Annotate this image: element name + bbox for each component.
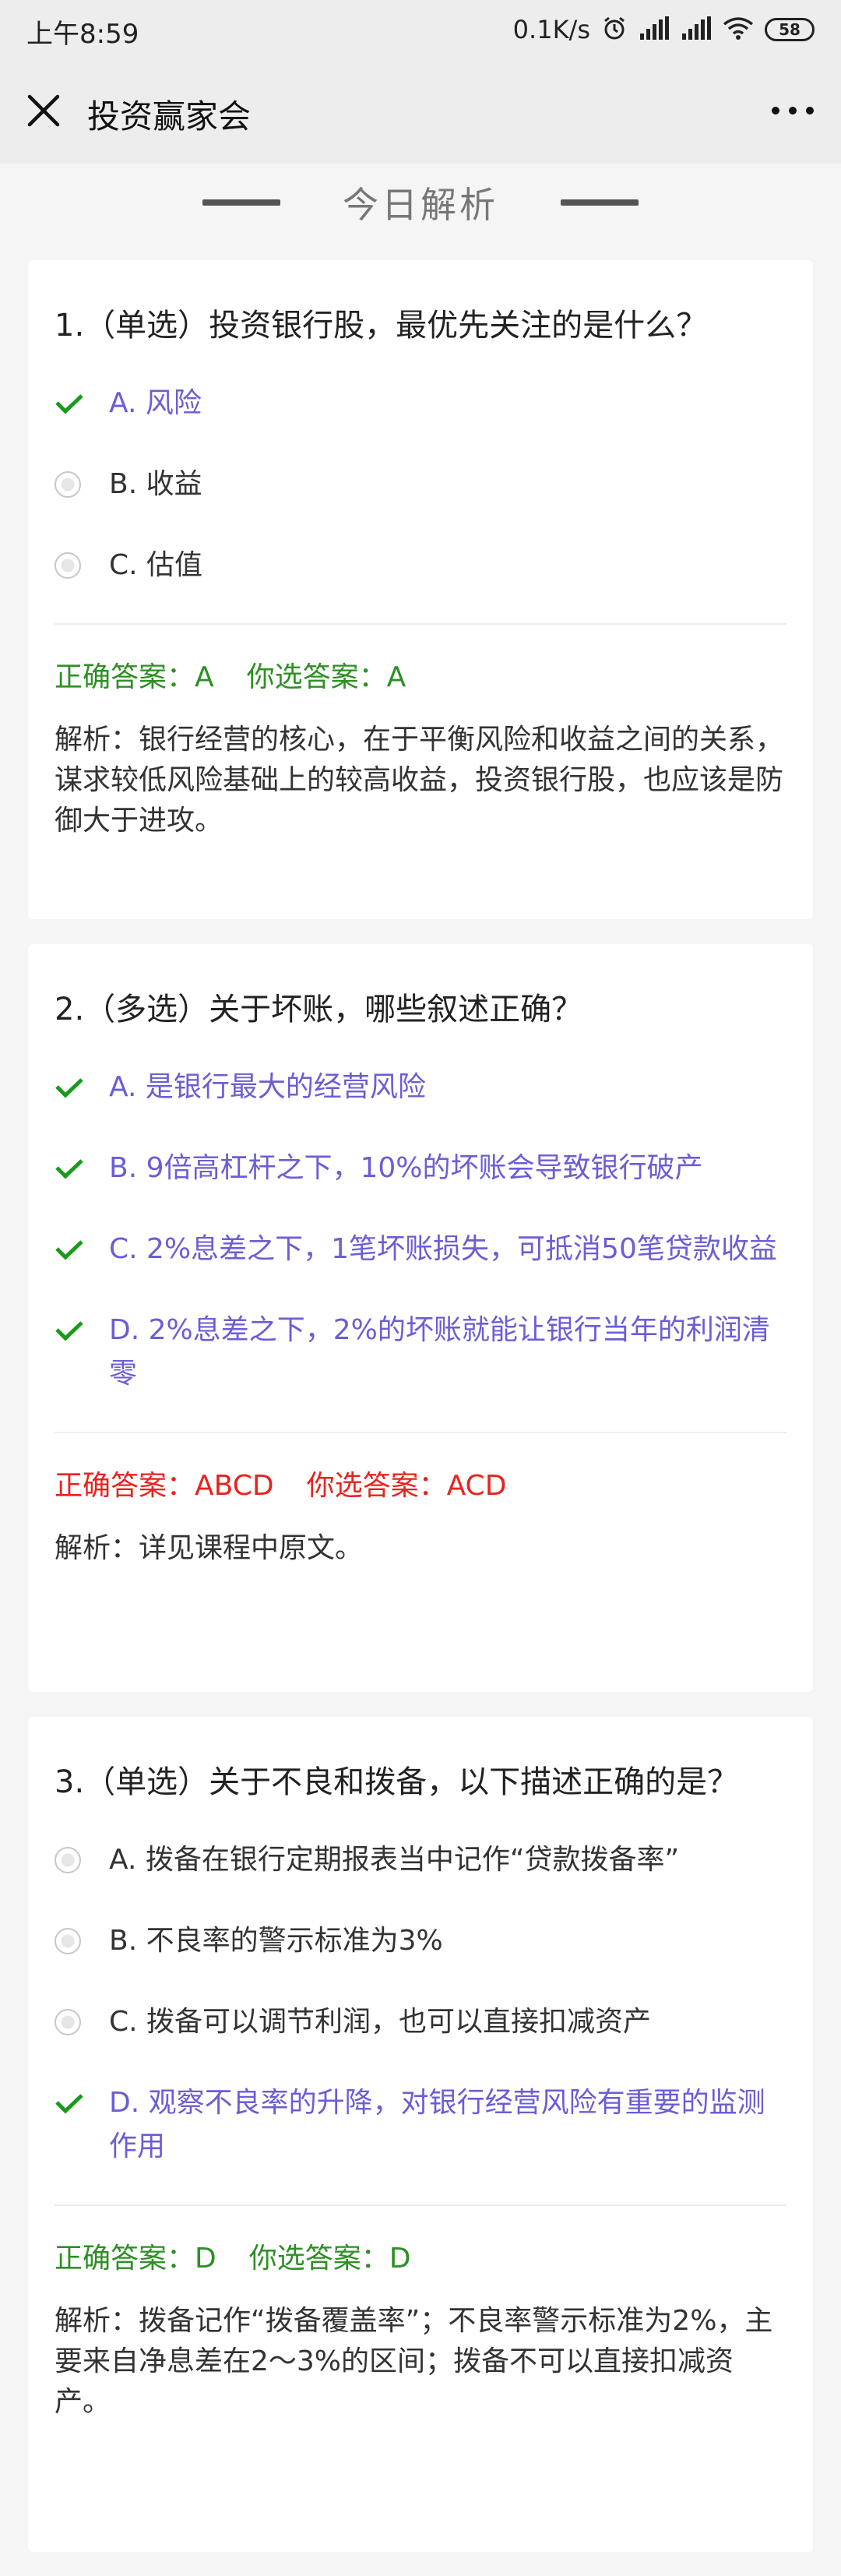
option-label: D. 观察不良率的升降，对银行经营风险有重要的监测作用 <box>109 2087 765 2162</box>
option-item[interactable]: A. 拨备在银行定期报表当中记作“贷款拨备率” <box>55 1820 786 1901</box>
radio-icon <box>55 2009 81 2035</box>
your-answer: 你选答案：ACD <box>306 1470 507 1502</box>
option-item[interactable]: B. 收益 <box>55 444 786 525</box>
answer-row: 正确答案：A 你选答案：A <box>55 656 786 700</box>
correct-answer: 正确答案：A <box>55 661 214 693</box>
header-divider-left <box>202 199 280 206</box>
option-item[interactable]: B. 不良率的警示标准为3% <box>55 1901 786 1982</box>
your-answer: 你选答案：A <box>246 661 406 693</box>
check-icon <box>55 1066 109 1109</box>
option-item[interactable]: C. 估值 <box>55 525 786 606</box>
radio-icon <box>55 552 81 579</box>
status-time: 上午8:59 <box>26 19 139 50</box>
correct-answer: 正确答案：D <box>55 2243 216 2275</box>
more-button[interactable] <box>765 87 821 134</box>
wifi-icon <box>723 16 754 43</box>
radio-icon <box>55 1928 81 1954</box>
divider <box>55 623 786 625</box>
option-item[interactable]: C. 2%息差之下，1笔坏账损失，可抵消50笔贷款收益 <box>55 1209 786 1290</box>
status-indicators: 0.1K/s 58 <box>513 12 815 47</box>
option-item[interactable]: D. 2%息差之下，2%的坏账就能让银行当年的利润清零 <box>55 1290 786 1415</box>
check-icon <box>55 1228 109 1271</box>
answer-row: 正确答案：ABCD 你选答案：ACD <box>55 1464 786 1508</box>
correct-answer: 正确答案：ABCD <box>55 1470 274 1502</box>
question-card: 2.（多选）关于坏账，哪些叙述正确？ A. 是银行最大的经营风险 B. 9倍高杠… <box>28 944 813 1692</box>
close-button[interactable] <box>20 87 67 134</box>
check-icon <box>55 382 109 425</box>
option-label: B. 9倍高杠杆之下，10%的坏账会导致银行破产 <box>109 1152 703 1184</box>
question-text: 2.（多选）关于坏账，哪些叙述正确？ <box>55 992 583 1027</box>
check-icon <box>55 2081 109 2125</box>
option-label: D. 2%息差之下，2%的坏账就能让银行当年的利润清零 <box>109 1314 770 1390</box>
radio-icon <box>55 1847 81 1873</box>
question-card: 1.（单选）投资银行股，最优先关注的是什么？ A. 风险 B. 收益 C. 估值… <box>28 260 813 919</box>
option-label: C. 估值 <box>109 549 203 581</box>
section-header: 今日解析 <box>0 164 841 241</box>
option-item[interactable]: A. 是银行最大的经营风险 <box>55 1047 786 1128</box>
analysis-text: 解析：详见课程中原文。 <box>55 1532 364 1564</box>
network-speed: 0.1K/s <box>512 15 590 44</box>
option-label: A. 拨备在银行定期报表当中记作“贷款拨备率” <box>109 1844 680 1876</box>
answer-row: 正确答案：D 你选答案：D <box>55 2237 786 2281</box>
radio-icon <box>55 471 81 498</box>
option-item[interactable]: A. 风险 <box>55 363 786 444</box>
battery-icon: 58 <box>765 18 815 41</box>
option-label: B. 不良率的警示标准为3% <box>109 1925 443 1957</box>
option-label: A. 风险 <box>109 387 202 419</box>
signal-icon <box>681 16 712 43</box>
option-item[interactable]: B. 9倍高杠杆之下，10%的坏账会导致银行破产 <box>55 1128 786 1209</box>
signal-icon <box>639 16 670 43</box>
analysis-text: 解析：拨备记作“拨备覆盖率”；不良率警示标准为2%，主要来自净息差在2～3%的区… <box>55 2305 773 2418</box>
divider <box>55 2204 786 2206</box>
option-label: A. 是银行最大的经营风险 <box>109 1071 426 1103</box>
question-card: 3.（单选）关于不良和拨备，以下描述正确的是？ A. 拨备在银行定期报表当中记作… <box>28 1717 813 2552</box>
header-divider-right <box>561 199 639 206</box>
analysis-text: 解析：银行经营的核心，在于平衡风险和收益之间的关系，谋求较低风险基础上的较高收益… <box>55 724 784 837</box>
check-icon <box>55 1147 109 1190</box>
question-text: 3.（单选）关于不良和拨备，以下描述正确的是？ <box>55 1764 739 1800</box>
option-item[interactable]: C. 拨备可以调节利润，也可以直接扣减资产 <box>55 1982 786 2063</box>
section-title: 今日解析 <box>343 184 498 226</box>
more-icon <box>772 107 814 115</box>
your-answer: 你选答案：D <box>248 2243 411 2275</box>
option-label: C. 2%息差之下，1笔坏账损失，可抵消50笔贷款收益 <box>109 1233 777 1265</box>
page-title: 投资赢家会 <box>87 97 252 136</box>
alarm-icon <box>601 15 628 44</box>
option-item[interactable]: D. 观察不良率的升降，对银行经营风险有重要的监测作用 <box>55 2063 786 2187</box>
check-icon <box>55 1309 109 1352</box>
close-icon <box>27 94 60 127</box>
option-label: C. 拨备可以调节利润，也可以直接扣减资产 <box>109 2006 652 2038</box>
question-text: 1.（单选）投资银行股，最优先关注的是什么？ <box>55 308 708 344</box>
status-bar: 上午8:59 0.1K/s 58 <box>0 0 841 59</box>
option-label: B. 收益 <box>109 468 202 500</box>
divider <box>55 1432 786 1433</box>
nav-bar: 投资赢家会 <box>0 59 841 164</box>
